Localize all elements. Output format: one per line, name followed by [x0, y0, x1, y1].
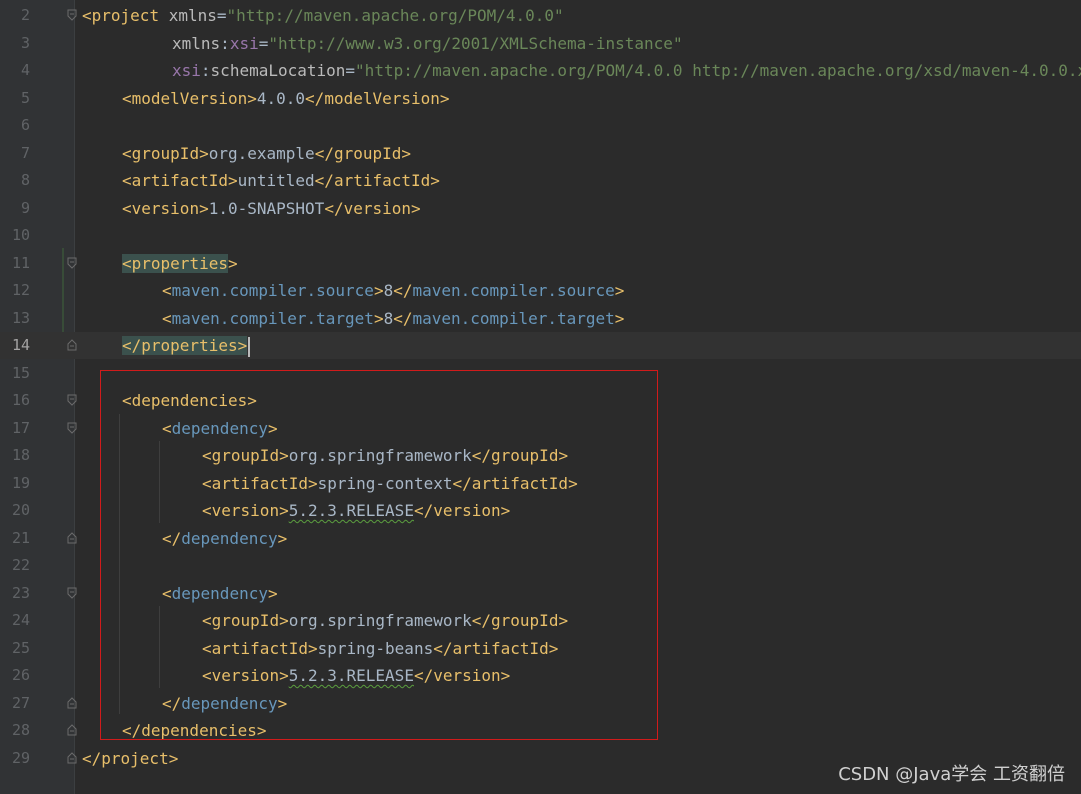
line-number: 20: [11, 501, 30, 519]
code-text: </dependency>: [162, 693, 288, 713]
line-number: 5: [20, 88, 30, 107]
code-line[interactable]: 11 <properties>: [0, 250, 1081, 277]
code-line[interactable]: 27 </dependency>: [0, 690, 1081, 717]
line-number: 23: [11, 583, 30, 602]
code-line[interactable]: 6: [0, 112, 1081, 139]
code-line[interactable]: 8 <artifactId>untitled</artifactId>: [0, 167, 1081, 194]
code-text: xsi:schemaLocation="http://maven.apache.…: [172, 61, 1081, 80]
code-line[interactable]: 14 </properties>: [0, 332, 1081, 359]
fold-end-icon[interactable]: [67, 724, 77, 736]
watermark: CSDN @Java学会 工资翻倍: [838, 764, 1065, 785]
code-text: <maven.compiler.target>8</maven.compiler…: [162, 308, 625, 328]
code-text: <groupId>org.example</groupId>: [122, 143, 412, 163]
code-line[interactable]: 19 <artifactId>spring-context</artifactId…: [0, 470, 1081, 497]
code-text: <version>5.2.3.RELEASE</version>: [202, 666, 511, 685]
code-line[interactable]: 10: [0, 222, 1081, 249]
fold-collapse-icon[interactable]: [67, 257, 77, 269]
code-line[interactable]: 17 <dependency>: [0, 415, 1081, 442]
code-text: </dependency>: [162, 528, 288, 548]
line-number: 16: [11, 391, 30, 409]
code-line[interactable]: 13 <maven.compiler.target>8</maven.compil…: [0, 305, 1081, 332]
code-line[interactable]: 4 xsi:schemaLocation="http://maven.apache…: [0, 57, 1081, 84]
code-line[interactable]: 24 <groupId>org.springframework</groupId>: [0, 607, 1081, 634]
code-text: <version>5.2.3.RELEASE</version>: [202, 501, 511, 520]
line-number: 6: [20, 116, 30, 134]
code-line[interactable]: 26 <version>5.2.3.RELEASE</version>: [0, 662, 1081, 689]
line-number: 15: [11, 363, 30, 382]
line-number: 22: [11, 556, 30, 574]
code-line[interactable]: 28 </dependencies>: [0, 717, 1081, 744]
code-text: </dependencies>: [122, 721, 267, 740]
fold-end-icon[interactable]: [67, 531, 77, 544]
code-text: </properties>: [122, 332, 251, 359]
code-line[interactable]: 12 <maven.compiler.source>8</maven.compil…: [0, 277, 1081, 304]
code-text: <dependency>: [162, 418, 278, 438]
code-line[interactable]: 5 <modelVersion>4.0.0</modelVersion>: [0, 85, 1081, 112]
line-number: 3: [20, 33, 30, 52]
line-number: 29: [11, 748, 30, 767]
line-number: 4: [20, 61, 30, 79]
code-line[interactable]: 22: [0, 552, 1081, 579]
code-line[interactable]: 25 <artifactId>spring-beans</artifactId>: [0, 635, 1081, 662]
text-caret: [248, 336, 251, 357]
fold-collapse-icon[interactable]: [67, 9, 77, 21]
line-number: 8: [20, 171, 30, 189]
code-editor[interactable]: 2 <project xmlns="http://maven.apache.org…: [0, 0, 1081, 794]
code-line[interactable]: 2 <project xmlns="http://maven.apache.org…: [0, 2, 1081, 29]
code-line[interactable]: 15: [0, 360, 1081, 387]
fold-end-icon[interactable]: [67, 751, 77, 764]
line-number: 17: [11, 418, 30, 437]
code-text: <properties>: [122, 253, 238, 273]
code-text: <artifactId>spring-beans</artifactId>: [202, 638, 559, 658]
code-line[interactable]: 18 <groupId>org.springframework</groupId>: [0, 442, 1081, 469]
fold-collapse-icon[interactable]: [67, 587, 77, 599]
fold-end-icon[interactable]: [67, 696, 77, 709]
code-text: <project xmlns="http://maven.apache.org/…: [82, 6, 564, 25]
code-text: <groupId>org.springframework</groupId>: [202, 446, 569, 465]
line-number: 13: [11, 308, 30, 327]
line-number: 11: [11, 253, 30, 272]
line-number: 26: [11, 666, 30, 684]
line-number: 9: [20, 198, 30, 217]
code-line[interactable]: 23 <dependency>: [0, 580, 1081, 607]
line-number: 21: [11, 528, 30, 547]
code-line[interactable]: 9 <version>1.0-SNAPSHOT</version>: [0, 195, 1081, 222]
code-text: <version>1.0-SNAPSHOT</version>: [122, 198, 421, 218]
line-number: 12: [11, 281, 30, 299]
code-text: <dependencies>: [122, 391, 257, 410]
code-line[interactable]: 3 xmlns:xsi="http://www.w3.org/2001/XMLSc…: [0, 30, 1081, 57]
code-text: <modelVersion>4.0.0</modelVersion>: [122, 88, 450, 108]
code-line[interactable]: 7 <groupId>org.example</groupId>: [0, 140, 1081, 167]
code-line[interactable]: 21 </dependency>: [0, 525, 1081, 552]
line-number: 24: [11, 611, 30, 629]
line-number: 27: [11, 693, 30, 712]
line-number: 19: [11, 473, 30, 492]
line-number: 7: [20, 143, 30, 162]
code-text: <artifactId>untitled</artifactId>: [122, 171, 440, 190]
fold-collapse-icon[interactable]: [67, 422, 77, 434]
line-number: 28: [11, 721, 30, 739]
code-text: <artifactId>spring-context</artifactId>: [202, 473, 578, 493]
code-text: <groupId>org.springframework</groupId>: [202, 611, 569, 630]
code-line[interactable]: 16 <dependencies>: [0, 387, 1081, 414]
code-line[interactable]: 20 <version>5.2.3.RELEASE</version>: [0, 497, 1081, 524]
line-number: 18: [11, 446, 30, 464]
code-text: </project>: [82, 748, 179, 768]
code-text: <dependency>: [162, 583, 278, 603]
fold-collapse-icon[interactable]: [67, 394, 77, 406]
line-number: 25: [11, 638, 30, 657]
line-number: 14: [11, 336, 30, 354]
code-text: <maven.compiler.source>8</maven.compiler…: [162, 281, 625, 300]
fold-end-icon[interactable]: [67, 339, 77, 351]
code-text: xmlns:xsi="http://www.w3.org/2001/XMLSch…: [172, 33, 683, 53]
line-number: 10: [11, 226, 30, 244]
line-number: 2: [20, 6, 30, 24]
